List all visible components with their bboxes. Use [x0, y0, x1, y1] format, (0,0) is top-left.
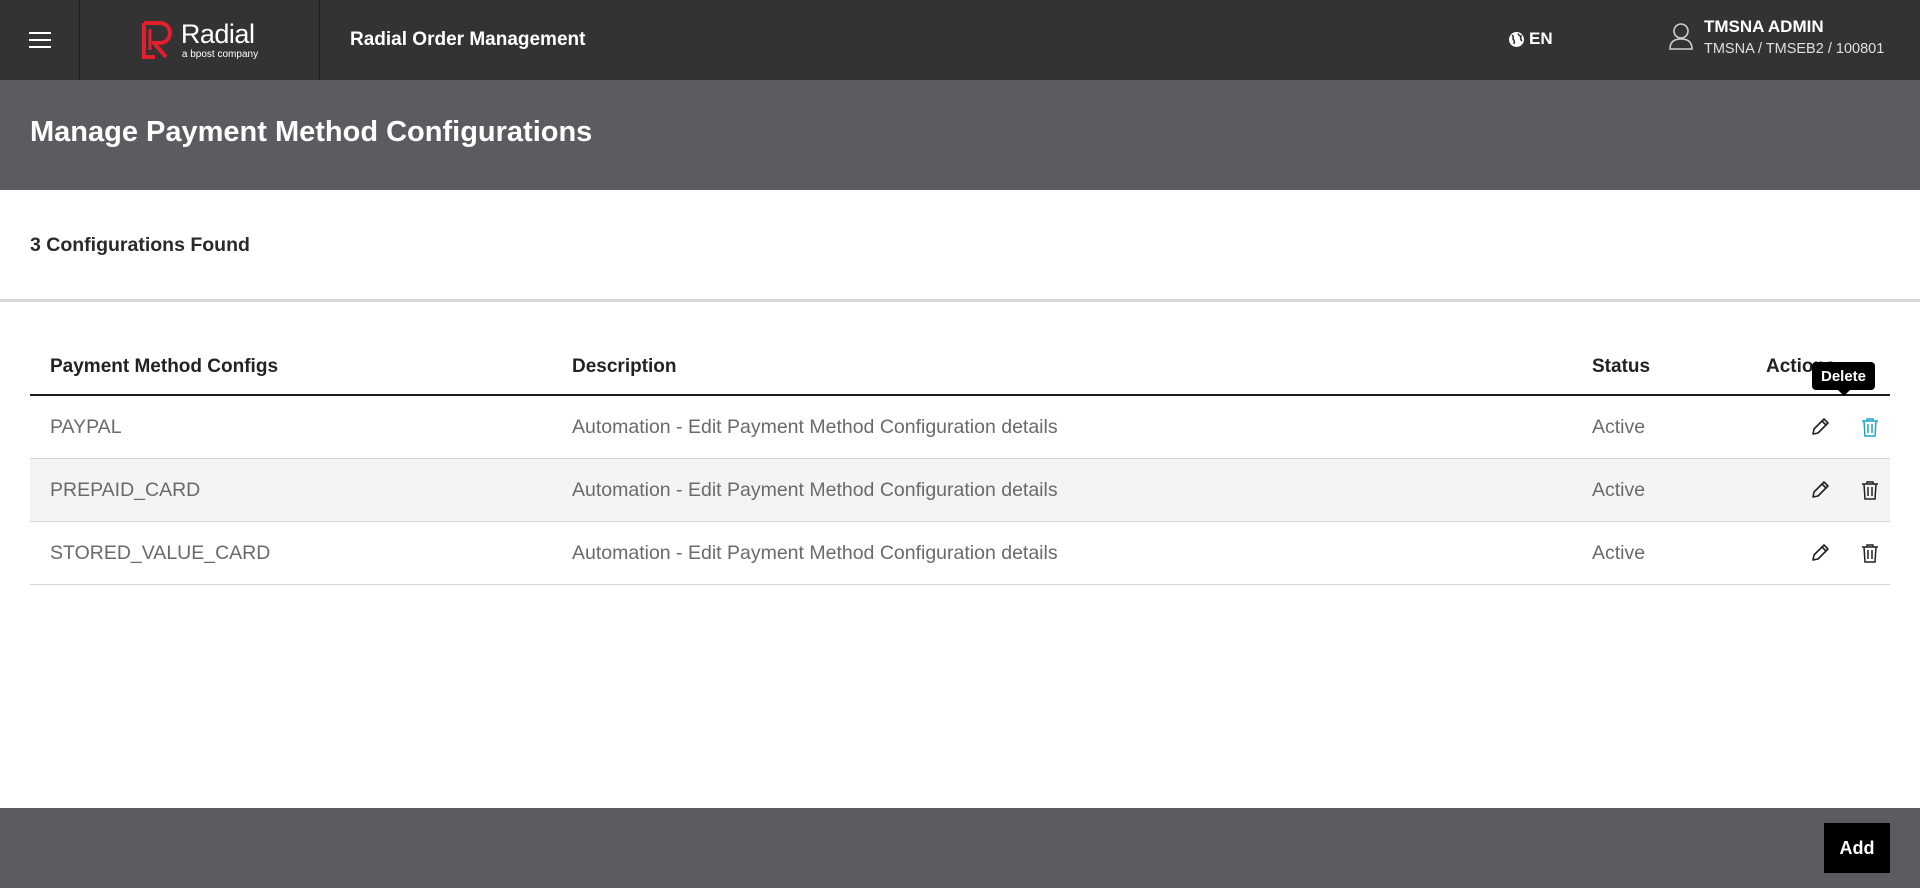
user-menu[interactable]: TMSNA ADMIN TMSNA / TMSEB2 / 100801	[1668, 16, 1884, 57]
configurations-table: Payment Method Configs Description Statu…	[30, 340, 1890, 585]
edit-button[interactable]	[1806, 413, 1834, 441]
table-row: PAYPAL Automation - Edit Payment Method …	[30, 396, 1890, 459]
page-footer	[0, 808, 1920, 888]
config-status: Active	[1592, 478, 1646, 501]
config-description: Automation - Edit Payment Method Configu…	[572, 415, 1058, 438]
config-name: PREPAID_CARD	[50, 478, 201, 501]
brand-subtitle: a bpost company	[181, 48, 259, 60]
brand-logo[interactable]: Radial a bpost company	[80, 0, 320, 80]
edit-button[interactable]	[1806, 476, 1834, 504]
page-title: Manage Payment Method Configurations	[30, 116, 593, 148]
menu-button[interactable]	[0, 0, 80, 80]
config-status: Active	[1592, 541, 1646, 564]
config-name: PAYPAL	[50, 415, 122, 438]
delete-button[interactable]	[1856, 539, 1884, 567]
trash-icon	[1862, 481, 1878, 500]
config-description: Automation - Edit Payment Method Configu…	[572, 478, 1058, 501]
brand-name: Radial	[180, 18, 255, 49]
table-row: STORED_VALUE_CARD Automation - Edit Paym…	[30, 522, 1890, 585]
app-title: Radial Order Management	[350, 29, 586, 50]
config-name: STORED_VALUE_CARD	[50, 541, 271, 564]
page-header: Manage Payment Method Configurations	[0, 80, 1920, 190]
section-divider	[0, 299, 1920, 302]
language-selector[interactable]: EN	[1508, 29, 1553, 49]
add-button[interactable]: Add	[1824, 823, 1890, 873]
results-count: 3 Configurations Found	[30, 234, 250, 256]
table-header: Payment Method Configs Description Statu…	[30, 340, 1890, 396]
delete-tooltip: Delete	[1812, 362, 1876, 396]
language-label: EN	[1529, 29, 1553, 48]
pencil-icon	[1812, 544, 1829, 561]
row-actions	[1754, 539, 1890, 567]
user-name: TMSNA ADMIN	[1704, 17, 1824, 36]
radial-logo-icon	[141, 21, 172, 59]
globe-icon	[1509, 31, 1524, 47]
pencil-icon	[1812, 481, 1829, 498]
user-organization: TMSNA / TMSEB2 / 100801	[1704, 41, 1885, 57]
hamburger-icon	[28, 32, 51, 48]
pencil-icon	[1812, 418, 1829, 435]
table-row: PREPAID_CARD Automation - Edit Payment M…	[30, 459, 1890, 522]
user-icon	[1669, 23, 1693, 50]
config-status: Active	[1592, 415, 1646, 438]
top-navigation-bar: Radial a bpost company Radial Order Mana…	[0, 0, 1920, 80]
trash-icon	[1862, 418, 1878, 437]
config-description: Automation - Edit Payment Method Configu…	[572, 541, 1058, 564]
column-header-description[interactable]: Description	[552, 356, 1572, 378]
edit-button[interactable]	[1806, 539, 1834, 567]
column-header-config[interactable]: Payment Method Configs	[30, 356, 552, 378]
trash-icon	[1862, 544, 1878, 563]
row-actions	[1754, 476, 1890, 504]
column-header-status[interactable]: Status	[1572, 356, 1754, 378]
delete-button[interactable]	[1856, 476, 1884, 504]
delete-button[interactable]	[1856, 413, 1884, 441]
row-actions	[1754, 413, 1890, 441]
